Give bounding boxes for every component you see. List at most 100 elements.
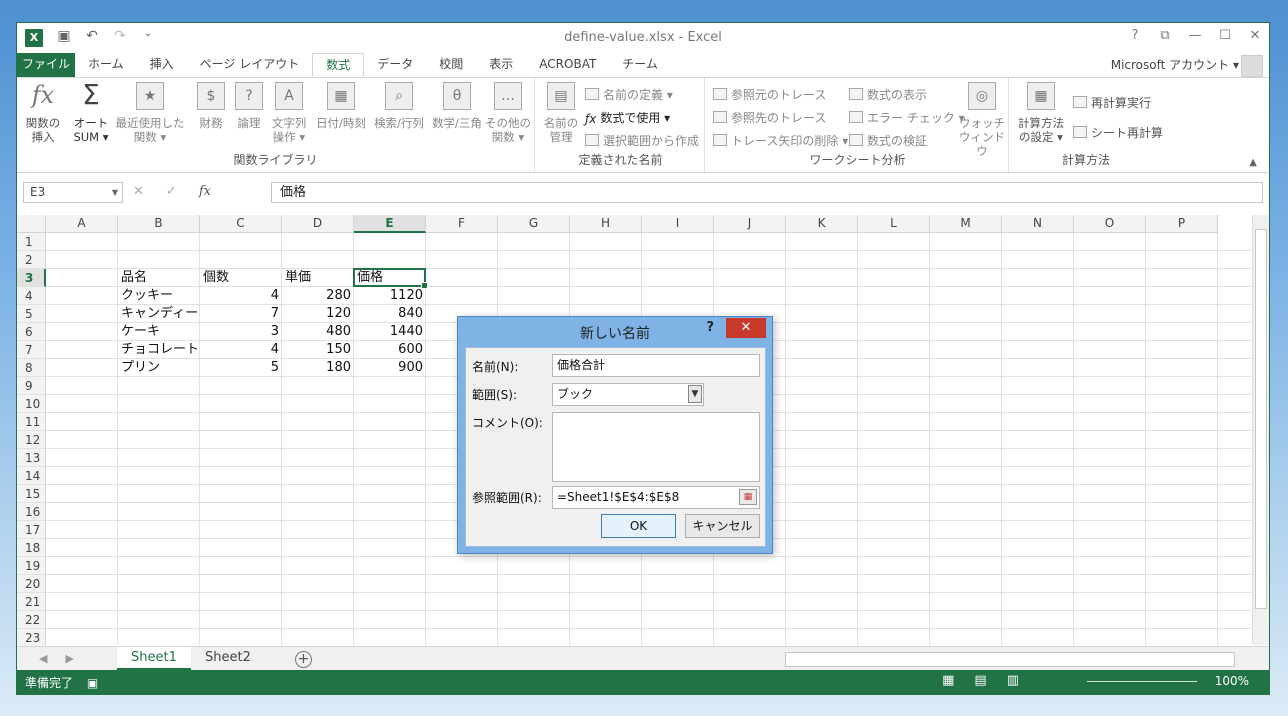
- redo-icon[interactable]: ↷: [111, 28, 129, 44]
- tab-formulas[interactable]: 数式: [312, 53, 365, 77]
- autosum-button[interactable]: Σ オート SUM ▾: [71, 81, 111, 145]
- scrollbar-thumb[interactable]: [1255, 229, 1267, 609]
- row-header-11[interactable]: 11: [17, 413, 46, 431]
- math-button[interactable]: θ 数学/三角: [429, 82, 485, 130]
- row-header-10[interactable]: 10: [17, 395, 46, 413]
- tab-acrobat[interactable]: ACROBAT: [526, 53, 609, 77]
- column-header-c[interactable]: C: [200, 215, 282, 233]
- column-header-l[interactable]: L: [858, 215, 930, 233]
- datetime-button[interactable]: ▦ 日付/時刻: [313, 82, 369, 130]
- add-sheet-icon[interactable]: +: [295, 651, 312, 668]
- collapse-ribbon-icon[interactable]: ▲: [1249, 157, 1257, 168]
- normal-view-icon[interactable]: ▦: [942, 673, 954, 688]
- cell-e6[interactable]: 1440: [354, 323, 426, 341]
- tab-home[interactable]: ホーム: [75, 53, 137, 77]
- row-header-19[interactable]: 19: [17, 557, 46, 575]
- watch-window-button[interactable]: ◎ ウォッチ ウィンドウ: [957, 82, 1007, 158]
- zoom-slider[interactable]: [1087, 681, 1197, 682]
- column-header-p[interactable]: P: [1146, 215, 1218, 233]
- cell-b8[interactable]: プリン: [118, 359, 200, 377]
- evaluate-formula-button[interactable]: 数式の検証: [849, 132, 927, 149]
- cell-c3[interactable]: 個数: [200, 269, 282, 287]
- use-in-formula-button[interactable]: ƒx 数式で使用 ▾: [585, 109, 670, 126]
- vertical-scrollbar[interactable]: [1252, 215, 1269, 645]
- chevron-down-icon[interactable]: ▼: [688, 385, 702, 403]
- row-header-17[interactable]: 17: [17, 521, 46, 539]
- tab-data[interactable]: データ: [364, 53, 426, 77]
- define-name-button[interactable]: 名前の定義 ▾: [585, 86, 673, 103]
- trace-precedents-button[interactable]: 参照元のトレース: [713, 86, 826, 103]
- name-input[interactable]: 価格合計: [552, 354, 760, 377]
- prev-sheet-icon[interactable]: ◀: [39, 652, 47, 665]
- column-header-a[interactable]: A: [46, 215, 118, 233]
- row-header-4[interactable]: 4: [17, 287, 46, 305]
- row-header-18[interactable]: 18: [17, 539, 46, 557]
- cell-b5[interactable]: キャンディー: [118, 305, 200, 323]
- column-header-f[interactable]: F: [426, 215, 498, 233]
- help-button[interactable]: ?: [1127, 28, 1143, 43]
- account-name[interactable]: Microsoft アカウント ▾: [1111, 56, 1239, 73]
- tab-review[interactable]: 校閲: [426, 53, 476, 77]
- error-check-button[interactable]: エラー チェック ▾: [849, 109, 965, 126]
- cell-b6[interactable]: ケーキ: [118, 323, 200, 341]
- cell-d8[interactable]: 180: [282, 359, 354, 377]
- column-header-k[interactable]: K: [786, 215, 858, 233]
- recently-used-button[interactable]: ★ 最近使用した 関数 ▾: [115, 82, 185, 144]
- lookup-button[interactable]: ⌕ 検索/行列: [371, 82, 427, 130]
- cell-e7[interactable]: 600: [354, 341, 426, 359]
- logical-button[interactable]: ? 論理: [231, 82, 267, 130]
- cell-d4[interactable]: 280: [282, 287, 354, 305]
- show-formulas-button[interactable]: 数式の表示: [849, 86, 927, 103]
- ribbon-display-button[interactable]: ⧉: [1157, 28, 1173, 43]
- cell-d6[interactable]: 480: [282, 323, 354, 341]
- row-header-3[interactable]: 3: [17, 269, 46, 287]
- column-header-g[interactable]: G: [498, 215, 570, 233]
- avatar[interactable]: [1241, 55, 1263, 77]
- cell-d3[interactable]: 単価: [282, 269, 354, 287]
- cell-b3[interactable]: 品名: [118, 269, 200, 287]
- row-header-16[interactable]: 16: [17, 503, 46, 521]
- formula-input[interactable]: 価格: [271, 182, 1263, 203]
- sheet-tab-sheet2[interactable]: Sheet2: [191, 647, 265, 671]
- close-button[interactable]: ✕: [1247, 28, 1263, 43]
- row-header-22[interactable]: 22: [17, 611, 46, 629]
- row-header-14[interactable]: 14: [17, 467, 46, 485]
- column-header-b[interactable]: B: [118, 215, 200, 233]
- scope-select[interactable]: ブック ▼: [552, 383, 704, 406]
- row-header-23[interactable]: 23: [17, 629, 46, 647]
- row-header-7[interactable]: 7: [17, 341, 46, 359]
- row-header-15[interactable]: 15: [17, 485, 46, 503]
- cancel-button[interactable]: キャンセル: [685, 514, 760, 538]
- tab-page-layout[interactable]: ページ レイアウト: [187, 53, 313, 77]
- calc-options-button[interactable]: ▦ 計算方法 の設定 ▾: [1015, 82, 1067, 144]
- insert-function-button[interactable]: fx 関数の 挿入: [23, 82, 63, 144]
- cell-b4[interactable]: クッキー: [118, 287, 200, 305]
- page-break-view-icon[interactable]: ▥: [1007, 673, 1019, 688]
- cell-c4[interactable]: 4: [200, 287, 282, 305]
- financial-button[interactable]: $ 財務: [191, 82, 231, 130]
- column-header-i[interactable]: I: [642, 215, 714, 233]
- zoom-level[interactable]: 100%: [1215, 674, 1249, 688]
- cell-c7[interactable]: 4: [200, 341, 282, 359]
- customize-qat-icon[interactable]: ⌄: [139, 28, 157, 44]
- dialog-close-button[interactable]: ✕: [726, 318, 766, 338]
- chevron-down-icon[interactable]: ▼: [112, 183, 118, 202]
- column-header-n[interactable]: N: [1002, 215, 1074, 233]
- column-header-h[interactable]: H: [570, 215, 642, 233]
- row-header-9[interactable]: 9: [17, 377, 46, 395]
- refers-to-input[interactable]: =Sheet1!$E$4:$E$8 ▦: [552, 486, 760, 509]
- column-header-d[interactable]: D: [282, 215, 354, 233]
- cell-e4[interactable]: 1120: [354, 287, 426, 305]
- next-sheet-icon[interactable]: ▶: [65, 652, 73, 665]
- column-header-j[interactable]: J: [714, 215, 786, 233]
- minimize-button[interactable]: —: [1187, 28, 1203, 43]
- cell-c6[interactable]: 3: [200, 323, 282, 341]
- cell-d7[interactable]: 150: [282, 341, 354, 359]
- cell-d5[interactable]: 120: [282, 305, 354, 323]
- row-header-8[interactable]: 8: [17, 359, 46, 377]
- row-header-2[interactable]: 2: [17, 251, 46, 269]
- tab-view[interactable]: 表示: [476, 53, 526, 77]
- column-header-e[interactable]: E: [354, 215, 426, 233]
- row-header-13[interactable]: 13: [17, 449, 46, 467]
- create-from-selection-button[interactable]: 選択範囲から作成: [585, 132, 699, 149]
